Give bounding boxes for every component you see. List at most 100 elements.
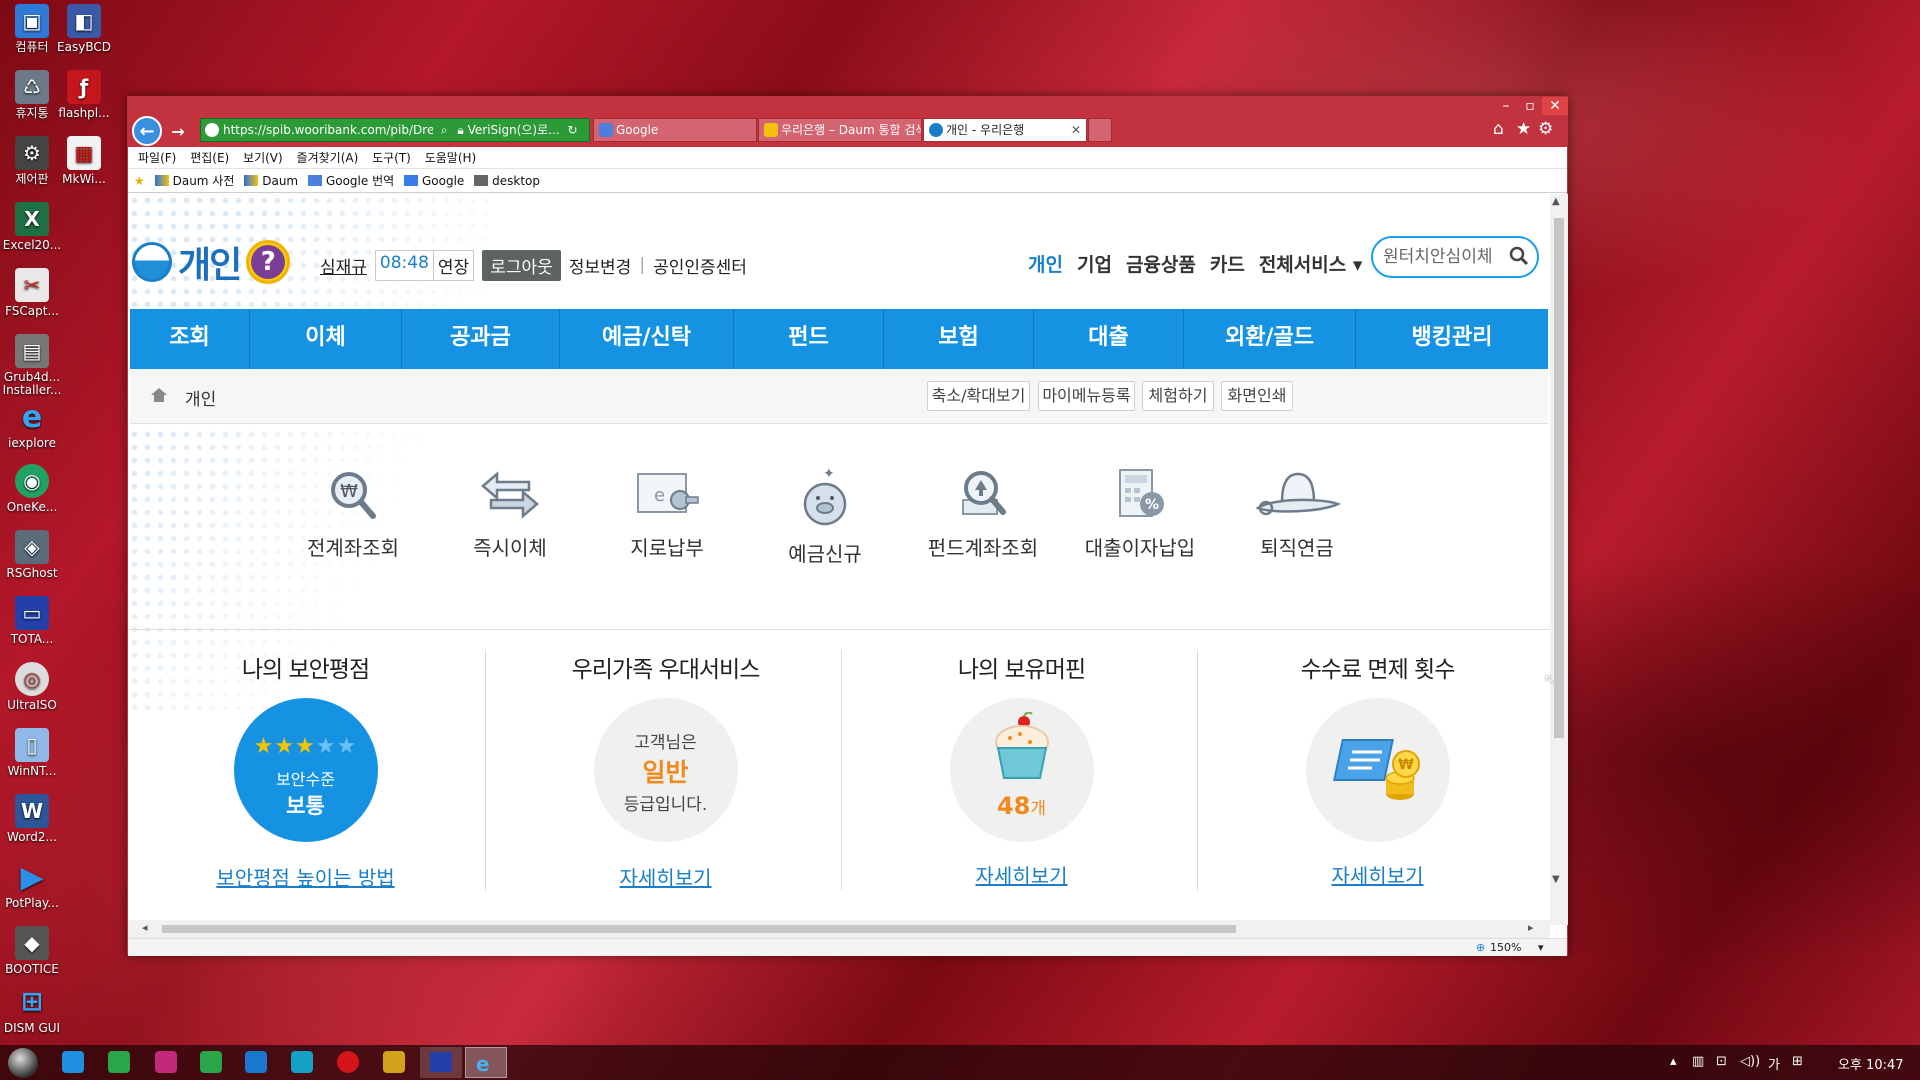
ime-indicator[interactable]: 가	[1768, 1054, 1780, 1073]
gnb-insurance[interactable]: 보험	[884, 309, 1034, 369]
scroll-left-icon[interactable]: ◂	[142, 921, 148, 934]
topnav-card[interactable]: 카드	[1210, 250, 1245, 277]
quick-all-accounts[interactable]: ₩ 전계좌조회	[283, 464, 423, 561]
desktop-icon-excel[interactable]: X Excel20...	[0, 202, 64, 252]
extend-session-button[interactable]: 연장	[433, 250, 474, 280]
scroll-up-icon[interactable]: ▲	[1552, 196, 1560, 207]
tab-daum-search[interactable]: 우리은행 – Daum 통합 검색	[758, 118, 922, 142]
taskbar-app-icon[interactable]	[155, 1051, 177, 1073]
new-tab-button[interactable]	[1088, 118, 1112, 142]
zoom-level[interactable]: 150%	[1490, 941, 1521, 954]
quick-loan-interest[interactable]: % 대출이자납입	[1070, 464, 1210, 561]
home-icon[interactable]	[150, 387, 168, 403]
lock-icon[interactable]: 🔒︎	[457, 123, 463, 137]
user-name[interactable]: 심재규	[320, 253, 367, 278]
taskbar-ie-button[interactable]: e	[465, 1047, 507, 1078]
taskbar-app-icon[interactable]	[108, 1051, 130, 1073]
taskbar-app-icon[interactable]	[62, 1051, 84, 1073]
horizontal-scrollbar[interactable]: ◂ ▸	[128, 920, 1550, 938]
desktop-icon-total[interactable]: ▭ TOTA...	[0, 596, 64, 646]
menu-edit[interactable]: 편집(E)	[190, 147, 229, 169]
zoom-view-button[interactable]: 축소/확대보기	[927, 381, 1030, 411]
fee-exemption-more-link[interactable]: 자세히보기	[1200, 860, 1550, 889]
site-search-input[interactable]: 원터치안심이체	[1371, 236, 1539, 278]
fav-google[interactable]: Google	[403, 169, 464, 193]
tray-network-icon[interactable]: ▥	[1692, 1054, 1704, 1069]
back-button[interactable]: ←	[132, 116, 162, 146]
menu-file[interactable]: 파일(F)	[138, 147, 176, 169]
topnav-all-services[interactable]: 전체서비스 ▾	[1259, 250, 1363, 277]
logout-button[interactable]: 로그아웃	[482, 249, 561, 281]
taskbar-app-icon[interactable]	[291, 1051, 313, 1073]
quick-retirement-pension[interactable]: 퇴직연금	[1227, 464, 1367, 561]
scroll-down-icon[interactable]: ▼	[1552, 874, 1560, 885]
topnav-personal[interactable]: 개인	[1028, 250, 1063, 277]
my-menu-register-button[interactable]: 마이메뉴등록	[1038, 381, 1135, 411]
desktop-icon-easybcd[interactable]: ◧ EasyBCD	[52, 4, 116, 54]
muffin-more-link[interactable]: 자세히보기	[844, 860, 1199, 889]
home-icon[interactable]: ⌂	[1493, 119, 1504, 139]
gnb-utility-bills[interactable]: 공과금	[402, 309, 560, 369]
vertical-scrollbar[interactable]: ▲ ▼	[1550, 194, 1568, 925]
minimize-button[interactable]: –	[1494, 97, 1518, 115]
topnav-corporate[interactable]: 기업	[1077, 250, 1112, 277]
gnb-fund[interactable]: 펀드	[734, 309, 884, 369]
menu-view[interactable]: 보기(V)	[243, 147, 283, 169]
fav-desktop[interactable]: desktop	[474, 169, 540, 193]
help-button[interactable]: ?	[246, 240, 291, 284]
close-tab-icon[interactable]: ✕	[1071, 119, 1081, 141]
topnav-products[interactable]: 금융상품	[1126, 250, 1196, 277]
vertical-scroll-thumb[interactable]	[1554, 218, 1564, 738]
menu-tools[interactable]: 도구(T)	[372, 147, 411, 169]
fav-daum-dict[interactable]: Daum 사전	[154, 169, 234, 193]
taskbar-app-icon[interactable]	[383, 1051, 405, 1073]
desktop-icon-ultraiso[interactable]: ◎ UltraISO	[0, 662, 64, 712]
info-change-link[interactable]: 정보변경	[569, 253, 632, 278]
desktop-icon-flash[interactable]: ƒ flashpl...	[52, 70, 116, 120]
taskbar-app-icon[interactable]	[200, 1051, 222, 1073]
gnb-inquiry[interactable]: 조회	[130, 309, 250, 369]
gnb-loan[interactable]: 대출	[1034, 309, 1184, 369]
refresh-icon[interactable]: ↻	[567, 123, 577, 137]
cert-center-link[interactable]: 공인인증센터	[653, 253, 747, 278]
desktop-icon-grub4dos[interactable]: ▤ Grub4d... Installer...	[0, 334, 64, 397]
quick-giro-payment[interactable]: e 지로납부	[597, 464, 737, 561]
quick-fund-accounts[interactable]: 펀드계좌조회	[913, 464, 1053, 561]
tab-woori-personal[interactable]: 개인 - 우리은행 ✕	[923, 118, 1087, 142]
desktop-icon-mkwim[interactable]: ▦ MkWi...	[52, 136, 116, 186]
desktop-icon-potplayer[interactable]: ▶ PotPlay...	[0, 860, 64, 910]
clock[interactable]: 오후 10:47	[1838, 1054, 1904, 1073]
taskbar-app-icon[interactable]	[245, 1051, 267, 1073]
gnb-banking-mgmt[interactable]: 뱅킹관리	[1356, 309, 1548, 369]
gnb-deposit-trust[interactable]: 예금/신탁	[560, 309, 734, 369]
horizontal-scroll-thumb[interactable]	[162, 925, 1236, 933]
tray-expand-icon[interactable]: ▴	[1670, 1054, 1677, 1069]
menu-help[interactable]: 도움말(H)	[425, 147, 477, 169]
tray-connection-icon[interactable]: ⊡	[1716, 1054, 1727, 1069]
scroll-right-icon[interactable]: ▸	[1528, 921, 1534, 934]
taskbar-total-commander-button[interactable]	[420, 1047, 462, 1078]
fav-google-translate[interactable]: Google 번역	[307, 169, 394, 193]
site-logo[interactable]: 개인 ?	[132, 240, 291, 286]
security-improve-link[interactable]: 보안평점 높이는 방법	[128, 862, 483, 891]
gnb-transfer[interactable]: 이체	[250, 309, 402, 369]
close-window-button[interactable]: ✕	[1542, 97, 1568, 115]
tools-gear-icon[interactable]: ⚙	[1538, 119, 1553, 139]
taskbar-opera-icon[interactable]	[337, 1051, 359, 1073]
address-bar[interactable]: https://spib.wooribank.com/pib/Dre ⌕ 🔒︎ …	[200, 118, 590, 142]
zoom-dropdown-icon[interactable]: ▾	[1538, 941, 1544, 954]
tray-ime-icon[interactable]: ⊞	[1792, 1054, 1803, 1069]
fav-daum[interactable]: Daum	[244, 169, 298, 193]
experience-button[interactable]: 체험하기	[1142, 381, 1214, 411]
menu-favorites[interactable]: 즐겨찾기(A)	[297, 147, 359, 169]
favorites-star-icon[interactable]: ★	[1516, 119, 1531, 139]
tab-google[interactable]: Google	[593, 118, 757, 142]
quick-instant-transfer[interactable]: 즉시이체	[440, 464, 580, 561]
desktop-icon-word[interactable]: W Word2...	[0, 794, 64, 844]
family-benefit-more-link[interactable]: 자세히보기	[488, 862, 843, 891]
search-icon[interactable]: ⌕	[441, 123, 448, 137]
gnb-forex-gold[interactable]: 외환/골드	[1184, 309, 1356, 369]
desktop-icon-iexplore[interactable]: e iexplore	[0, 400, 64, 450]
desktop-icon-onekey[interactable]: ◉ OneKe...	[0, 464, 64, 514]
print-screen-button[interactable]: 화면인쇄	[1221, 381, 1293, 411]
